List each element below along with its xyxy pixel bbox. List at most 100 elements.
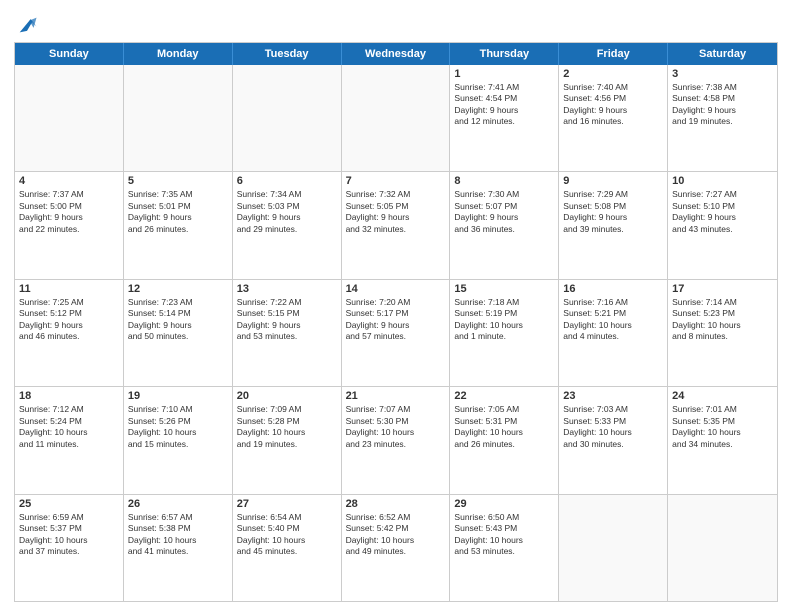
day-number: 3 bbox=[672, 68, 773, 80]
cal-cell: 1 Sunrise: 7:41 AM Sunset: 4:54 PM Daylig… bbox=[450, 65, 559, 171]
header-cell-friday: Friday bbox=[559, 43, 668, 65]
cell-info: Sunrise: 6:59 AM Sunset: 5:37 PM Dayligh… bbox=[19, 512, 119, 558]
cell-info: Sunrise: 7:14 AM Sunset: 5:23 PM Dayligh… bbox=[672, 297, 773, 343]
cal-cell: 16 Sunrise: 7:16 AM Sunset: 5:21 PM Dayli… bbox=[559, 280, 668, 386]
cell-info: Sunrise: 7:09 AM Sunset: 5:28 PM Dayligh… bbox=[237, 404, 337, 450]
cal-cell: 26Sunrise: 6:57 AM Sunset: 5:38 PM Dayli… bbox=[124, 495, 233, 601]
cell-info: Sunrise: 6:57 AM Sunset: 5:38 PM Dayligh… bbox=[128, 512, 228, 558]
day-number: 27 bbox=[237, 498, 337, 510]
day-number: 10 bbox=[672, 175, 773, 187]
cal-cell: 2 Sunrise: 7:40 AM Sunset: 4:56 PM Daylig… bbox=[559, 65, 668, 171]
cell-info: Sunrise: 7:34 AM Sunset: 5:03 PM Dayligh… bbox=[237, 189, 337, 235]
cell-info: Sunrise: 7:18 AM Sunset: 5:19 PM Dayligh… bbox=[454, 297, 554, 343]
calendar: SundayMondayTuesdayWednesdayThursdayFrid… bbox=[14, 42, 778, 602]
cal-cell: 20 Sunrise: 7:09 AM Sunset: 5:28 PM Dayli… bbox=[233, 387, 342, 493]
day-number: 11 bbox=[19, 283, 119, 295]
day-number: 7 bbox=[346, 175, 446, 187]
cell-info: Sunrise: 7:07 AM Sunset: 5:30 PM Dayligh… bbox=[346, 404, 446, 450]
cell-info: Sunrise: 6:54 AM Sunset: 5:40 PM Dayligh… bbox=[237, 512, 337, 558]
cal-cell bbox=[124, 65, 233, 171]
cal-cell: 13 Sunrise: 7:22 AM Sunset: 5:15 PM Dayli… bbox=[233, 280, 342, 386]
cal-cell: 7Sunrise: 7:32 AM Sunset: 5:05 PM Daylig… bbox=[342, 172, 451, 278]
day-number: 24 bbox=[672, 390, 773, 402]
header-cell-wednesday: Wednesday bbox=[342, 43, 451, 65]
day-number: 28 bbox=[346, 498, 446, 510]
day-number: 4 bbox=[19, 175, 119, 187]
cal-cell: 27 Sunrise: 6:54 AM Sunset: 5:40 PM Dayli… bbox=[233, 495, 342, 601]
cell-info: Sunrise: 7:27 AM Sunset: 5:10 PM Dayligh… bbox=[672, 189, 773, 235]
calendar-row-3: 18 Sunrise: 7:12 AM Sunset: 5:24 PM Dayli… bbox=[15, 386, 777, 493]
cal-cell: 29 Sunrise: 6:50 AM Sunset: 5:43 PM Dayli… bbox=[450, 495, 559, 601]
day-number: 17 bbox=[672, 283, 773, 295]
cal-cell: 28 Sunrise: 6:52 AM Sunset: 5:42 PM Dayli… bbox=[342, 495, 451, 601]
day-number: 13 bbox=[237, 283, 337, 295]
day-number: 14 bbox=[346, 283, 446, 295]
calendar-header: SundayMondayTuesdayWednesdayThursdayFrid… bbox=[15, 43, 777, 65]
cal-cell: 4 Sunrise: 7:37 AM Sunset: 5:00 PM Daylig… bbox=[15, 172, 124, 278]
calendar-row-2: 11Sunrise: 7:25 AM Sunset: 5:12 PM Dayli… bbox=[15, 279, 777, 386]
cal-cell: 9 Sunrise: 7:29 AM Sunset: 5:08 PM Daylig… bbox=[559, 172, 668, 278]
cell-info: Sunrise: 7:41 AM Sunset: 4:54 PM Dayligh… bbox=[454, 82, 554, 128]
day-number: 9 bbox=[563, 175, 663, 187]
day-number: 20 bbox=[237, 390, 337, 402]
header bbox=[14, 10, 778, 36]
cal-cell bbox=[559, 495, 668, 601]
day-number: 1 bbox=[454, 68, 554, 80]
cal-cell: 14Sunrise: 7:20 AM Sunset: 5:17 PM Dayli… bbox=[342, 280, 451, 386]
calendar-body: 1 Sunrise: 7:41 AM Sunset: 4:54 PM Daylig… bbox=[15, 65, 777, 601]
cal-cell: 19 Sunrise: 7:10 AM Sunset: 5:26 PM Dayli… bbox=[124, 387, 233, 493]
cal-cell: 6 Sunrise: 7:34 AM Sunset: 5:03 PM Daylig… bbox=[233, 172, 342, 278]
header-cell-sunday: Sunday bbox=[15, 43, 124, 65]
cell-info: Sunrise: 6:50 AM Sunset: 5:43 PM Dayligh… bbox=[454, 512, 554, 558]
cell-info: Sunrise: 7:35 AM Sunset: 5:01 PM Dayligh… bbox=[128, 189, 228, 235]
day-number: 19 bbox=[128, 390, 228, 402]
day-number: 25 bbox=[19, 498, 119, 510]
cell-info: Sunrise: 7:10 AM Sunset: 5:26 PM Dayligh… bbox=[128, 404, 228, 450]
day-number: 12 bbox=[128, 283, 228, 295]
cell-info: Sunrise: 7:16 AM Sunset: 5:21 PM Dayligh… bbox=[563, 297, 663, 343]
cell-info: Sunrise: 7:29 AM Sunset: 5:08 PM Dayligh… bbox=[563, 189, 663, 235]
cal-cell bbox=[233, 65, 342, 171]
cell-info: Sunrise: 7:23 AM Sunset: 5:14 PM Dayligh… bbox=[128, 297, 228, 343]
day-number: 8 bbox=[454, 175, 554, 187]
cell-info: Sunrise: 7:01 AM Sunset: 5:35 PM Dayligh… bbox=[672, 404, 773, 450]
day-number: 6 bbox=[237, 175, 337, 187]
cell-info: Sunrise: 7:30 AM Sunset: 5:07 PM Dayligh… bbox=[454, 189, 554, 235]
cell-info: Sunrise: 6:52 AM Sunset: 5:42 PM Dayligh… bbox=[346, 512, 446, 558]
cal-cell: 23Sunrise: 7:03 AM Sunset: 5:33 PM Dayli… bbox=[559, 387, 668, 493]
page: SundayMondayTuesdayWednesdayThursdayFrid… bbox=[0, 0, 792, 612]
logo bbox=[14, 10, 38, 36]
day-number: 2 bbox=[563, 68, 663, 80]
cal-cell: 24 Sunrise: 7:01 AM Sunset: 5:35 PM Dayli… bbox=[668, 387, 777, 493]
day-number: 15 bbox=[454, 283, 554, 295]
cal-cell: 22Sunrise: 7:05 AM Sunset: 5:31 PM Dayli… bbox=[450, 387, 559, 493]
cal-cell: 3Sunrise: 7:38 AM Sunset: 4:58 PM Daylig… bbox=[668, 65, 777, 171]
calendar-row-1: 4 Sunrise: 7:37 AM Sunset: 5:00 PM Daylig… bbox=[15, 171, 777, 278]
header-cell-thursday: Thursday bbox=[450, 43, 559, 65]
cal-cell: 21 Sunrise: 7:07 AM Sunset: 5:30 PM Dayli… bbox=[342, 387, 451, 493]
day-number: 29 bbox=[454, 498, 554, 510]
cal-cell: 17 Sunrise: 7:14 AM Sunset: 5:23 PM Dayli… bbox=[668, 280, 777, 386]
day-number: 18 bbox=[19, 390, 119, 402]
cell-info: Sunrise: 7:40 AM Sunset: 4:56 PM Dayligh… bbox=[563, 82, 663, 128]
day-number: 16 bbox=[563, 283, 663, 295]
calendar-row-4: 25 Sunrise: 6:59 AM Sunset: 5:37 PM Dayli… bbox=[15, 494, 777, 601]
cal-cell: 25 Sunrise: 6:59 AM Sunset: 5:37 PM Dayli… bbox=[15, 495, 124, 601]
cell-info: Sunrise: 7:22 AM Sunset: 5:15 PM Dayligh… bbox=[237, 297, 337, 343]
header-cell-monday: Monday bbox=[124, 43, 233, 65]
cell-info: Sunrise: 7:37 AM Sunset: 5:00 PM Dayligh… bbox=[19, 189, 119, 235]
cal-cell: 15 Sunrise: 7:18 AM Sunset: 5:19 PM Dayli… bbox=[450, 280, 559, 386]
cal-cell: 10 Sunrise: 7:27 AM Sunset: 5:10 PM Dayli… bbox=[668, 172, 777, 278]
cal-cell bbox=[15, 65, 124, 171]
header-cell-saturday: Saturday bbox=[668, 43, 777, 65]
cal-cell: 11Sunrise: 7:25 AM Sunset: 5:12 PM Dayli… bbox=[15, 280, 124, 386]
cell-info: Sunrise: 7:03 AM Sunset: 5:33 PM Dayligh… bbox=[563, 404, 663, 450]
calendar-row-0: 1 Sunrise: 7:41 AM Sunset: 4:54 PM Daylig… bbox=[15, 65, 777, 171]
cal-cell bbox=[342, 65, 451, 171]
logo-icon bbox=[16, 14, 38, 36]
cell-info: Sunrise: 7:12 AM Sunset: 5:24 PM Dayligh… bbox=[19, 404, 119, 450]
cal-cell: 12 Sunrise: 7:23 AM Sunset: 5:14 PM Dayli… bbox=[124, 280, 233, 386]
day-number: 5 bbox=[128, 175, 228, 187]
day-number: 21 bbox=[346, 390, 446, 402]
cell-info: Sunrise: 7:05 AM Sunset: 5:31 PM Dayligh… bbox=[454, 404, 554, 450]
